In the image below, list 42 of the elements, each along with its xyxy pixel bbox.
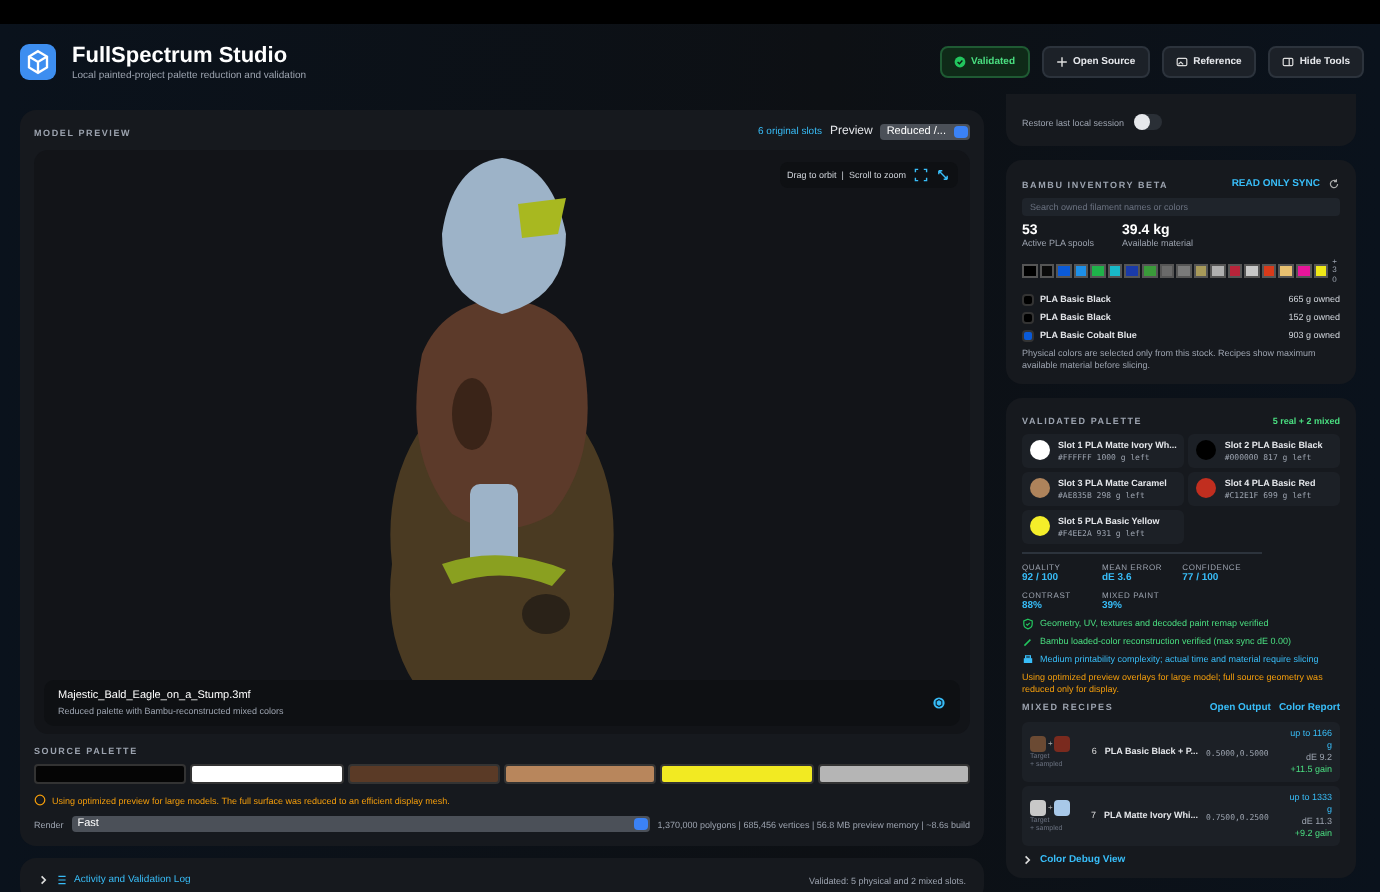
color-chip[interactable]: [1261, 264, 1277, 279]
color-swatch[interactable]: [504, 764, 657, 784]
color-chip[interactable]: [1210, 264, 1226, 279]
color-chip[interactable]: [1022, 264, 1038, 279]
cube-icon: [932, 696, 946, 710]
color-chip[interactable]: [1193, 264, 1209, 279]
check-icon: [953, 56, 966, 68]
session-toggle[interactable]: [1134, 114, 1163, 130]
color-chip[interactable]: [1296, 264, 1312, 279]
color-chip[interactable]: [1244, 264, 1260, 279]
color-chip[interactable]: [1039, 264, 1055, 279]
color-swatch[interactable]: [660, 764, 814, 784]
cube-logo-icon: [20, 44, 56, 80]
color-swatch[interactable]: [190, 764, 344, 784]
warning-icon: [34, 794, 46, 806]
color-chip[interactable]: [1278, 264, 1294, 279]
refresh-icon[interactable]: [1328, 178, 1340, 190]
wand-icon: [1022, 635, 1034, 648]
list-icon: [56, 874, 68, 886]
color-chip[interactable]: [1227, 264, 1243, 279]
color-chip[interactable]: [1124, 264, 1140, 279]
color-chip[interactable]: [1159, 264, 1175, 279]
sidebar-icon: [1281, 56, 1294, 68]
color-swatch[interactable]: [347, 764, 500, 784]
color-chip[interactable]: [1056, 264, 1072, 279]
printer-icon: [1022, 653, 1034, 666]
color-chip[interactable]: [1107, 264, 1123, 279]
app-title: FullSpectrum Studio: [72, 43, 290, 67]
shield-check-icon: [1022, 617, 1034, 630]
image-icon: [1175, 56, 1188, 68]
chevron-icon[interactable]: [1022, 854, 1034, 867]
color-chip[interactable]: [1313, 264, 1329, 279]
color-swatch[interactable]: [34, 764, 187, 784]
fullscreen-icon[interactable]: [914, 168, 928, 182]
plus-icon: [1055, 56, 1067, 68]
color-chip[interactable]: [1073, 264, 1089, 279]
color-swatch[interactable]: [817, 764, 970, 784]
expand-icon[interactable]: [936, 168, 950, 182]
chevron-icon[interactable]: [38, 874, 50, 886]
color-chip[interactable]: [1141, 264, 1157, 279]
color-chip[interactable]: [1090, 264, 1106, 279]
color-chip[interactable]: [1176, 264, 1192, 279]
